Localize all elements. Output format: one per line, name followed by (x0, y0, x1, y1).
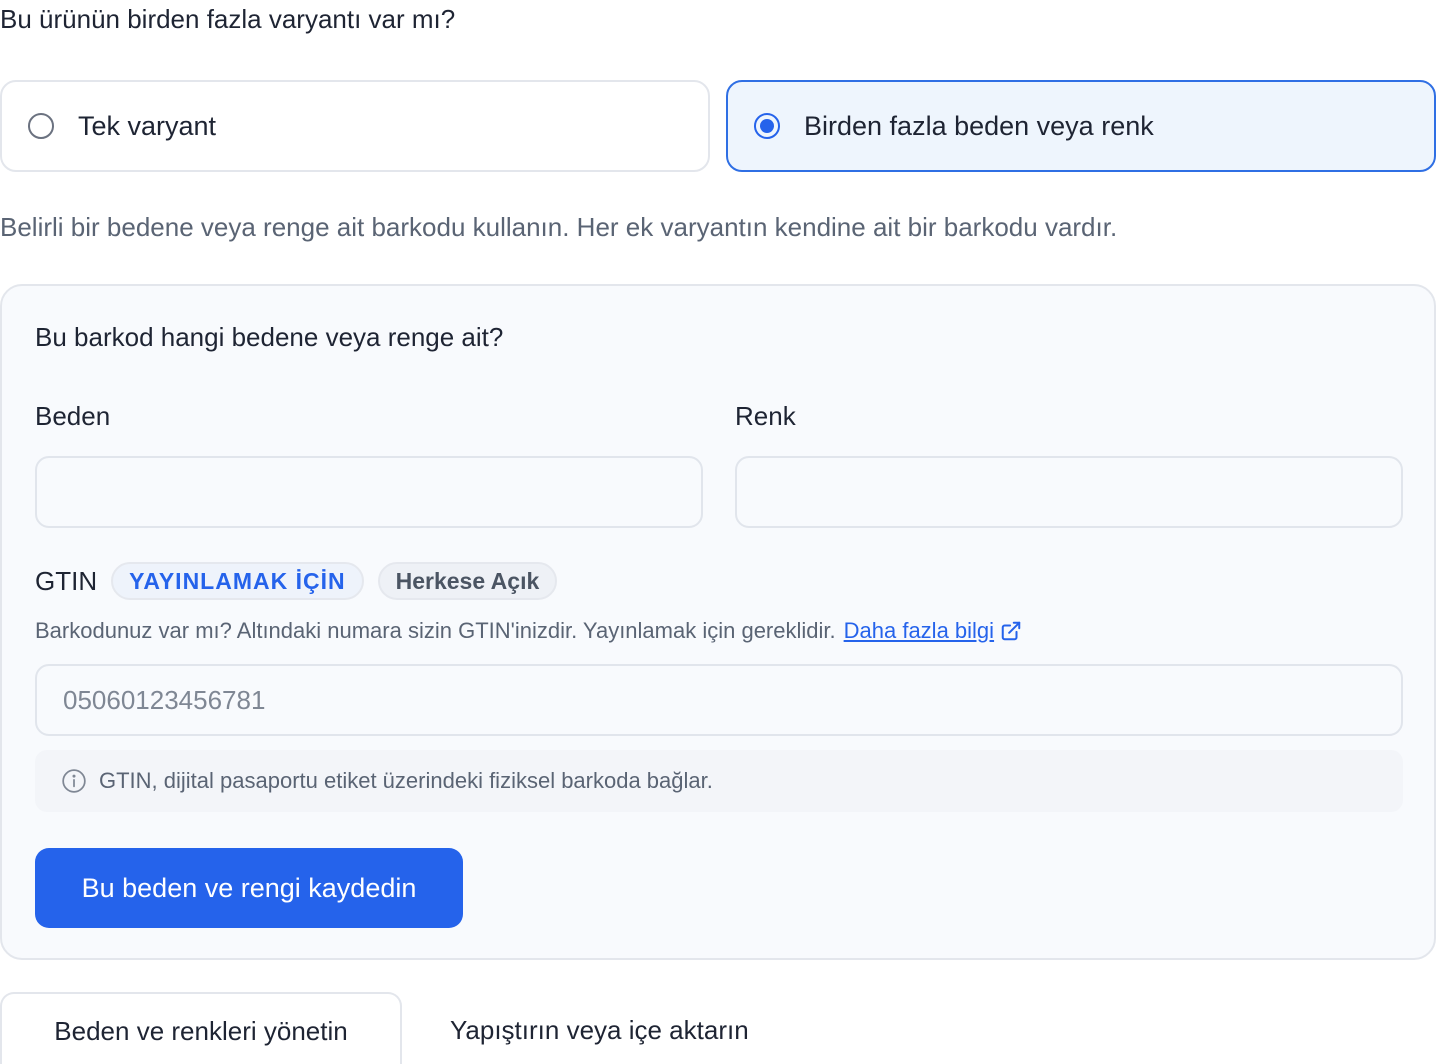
public-badge: Herkese Açık (377, 562, 558, 600)
option-single-variant[interactable]: Tek varyant (0, 80, 710, 172)
save-variant-button[interactable]: Bu beden ve rengi kaydedin (35, 848, 463, 928)
learn-more-link[interactable]: Daha fazla bilgi (844, 618, 994, 644)
option-single-variant-label: Tek varyant (78, 110, 217, 141)
gtin-help-text: Barkodunuz var mı? Altındaki numara sizi… (35, 618, 836, 643)
size-label: Beden (35, 401, 111, 431)
gtin-help: Barkodunuz var mı? Altındaki numara sizi… (35, 618, 1022, 644)
radio-multiple-variants[interactable] (754, 113, 780, 139)
color-input[interactable] (735, 456, 1403, 528)
gtin-info-text: GTIN, dijital pasaportu etiket üzerindek… (99, 768, 713, 793)
info-icon (62, 769, 86, 793)
color-label: Renk (735, 401, 796, 431)
gtin-label: GTIN (35, 565, 98, 596)
radio-single-variant[interactable] (28, 113, 54, 139)
variant-helper-text: Belirli bir bedene veya renge ait barkod… (0, 212, 1118, 242)
publish-badge: YAYINLAMAK İÇİN (111, 562, 364, 600)
variant-form-panel: Bu barkod hangi bedene veya renge ait? B… (0, 284, 1436, 960)
option-multiple-variants-label: Birden fazla beden veya renk (804, 110, 1154, 141)
variant-question: Bu ürünün birden fazla varyantı var mı? (0, 4, 456, 34)
gtin-input[interactable] (35, 664, 1403, 736)
manage-variants-button[interactable]: Beden ve renkleri yönetin (0, 992, 402, 1064)
size-input[interactable] (35, 456, 703, 528)
gtin-info-box: GTIN, dijital pasaportu etiket üzerindek… (35, 750, 1403, 812)
option-multiple-variants[interactable]: Birden fazla beden veya renk (726, 80, 1436, 172)
paste-import-button[interactable]: Yapıştırın veya içe aktarın (430, 992, 810, 1064)
external-link-icon[interactable] (1000, 620, 1022, 642)
gtin-header: GTIN YAYINLAMAK İÇİN Herkese Açık (35, 562, 571, 600)
panel-title: Bu barkod hangi bedene veya renge ait? (35, 322, 504, 352)
